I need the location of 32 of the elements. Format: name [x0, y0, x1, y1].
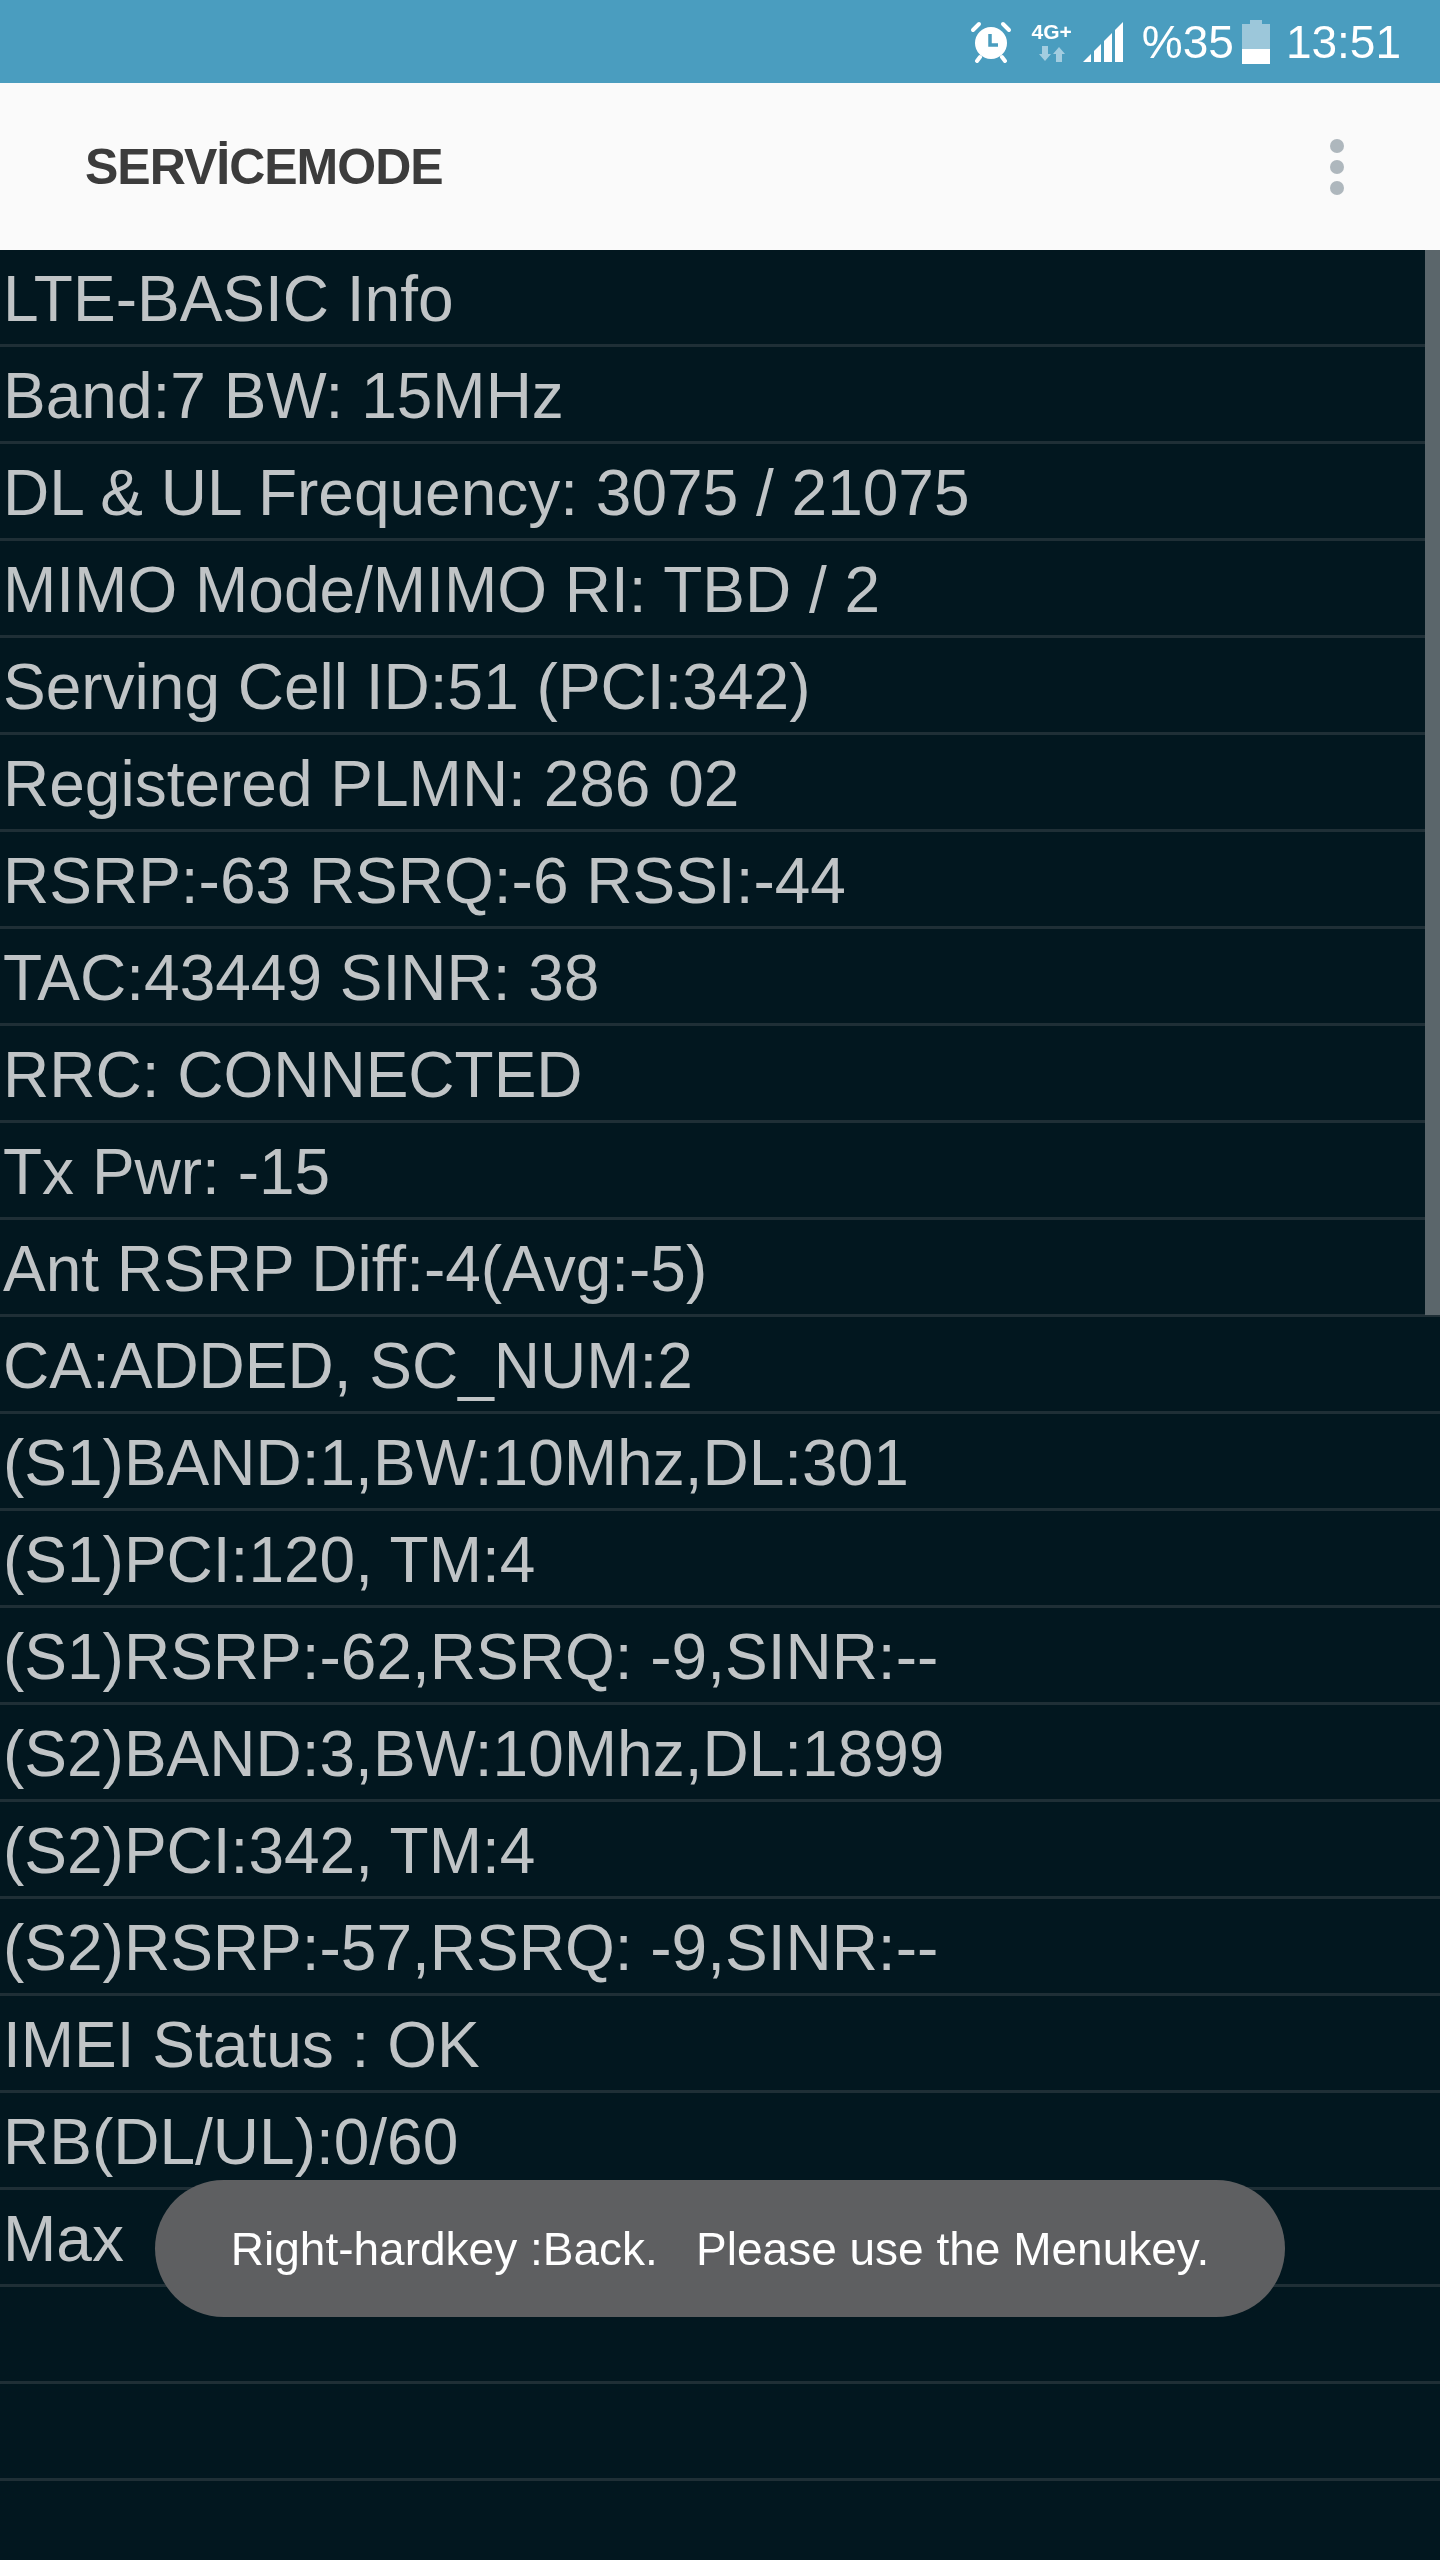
- info-text: (S1)PCI:120, TM:4: [3, 1523, 536, 1597]
- more-options-button[interactable]: [1330, 138, 1344, 195]
- alarm-clock-icon: [969, 20, 1012, 63]
- info-text: IMEI Status : OK: [3, 2008, 480, 2082]
- info-text: (S2)BAND:3,BW:10Mhz,DL:1899: [3, 1717, 945, 1791]
- clock-time: 13:51: [1285, 15, 1401, 68]
- info-text: (S2)RSRP:-57,RSRQ: -9,SINR:--: [3, 1911, 939, 1985]
- info-text: (S1)BAND:1,BW:10Mhz,DL:301: [3, 1426, 909, 1500]
- toast-message: Right-hardkey :Back. Please use the Menukey.: [230, 2221, 1210, 2276]
- network-type-label: 4G+: [1031, 21, 1072, 42]
- info-text: MIMO Mode/MIMO RI: TBD / 2: [3, 553, 881, 627]
- data-arrows-icon: [1038, 45, 1065, 62]
- info-text: Tx Pwr: -15: [3, 1135, 331, 1209]
- battery-icon: [1241, 19, 1270, 64]
- info-text: Max: [3, 2202, 124, 2276]
- info-text: DL & UL Frequency: 3075 / 21075: [3, 456, 970, 530]
- info-text: RB(DL/UL):0/60: [3, 2105, 459, 2179]
- info-text: Band:7 BW: 15MHz: [3, 359, 564, 433]
- info-text: Serving Cell ID:51 (PCI:342): [3, 650, 811, 724]
- info-text: RRC: CONNECTED: [3, 1038, 583, 1112]
- app-title: SERVİCEMODE: [85, 137, 443, 196]
- info-text: TAC:43449 SINR: 38: [3, 941, 600, 1015]
- signal-strength-icon: [1082, 21, 1124, 62]
- info-text: LTE-BASIC Info: [3, 262, 454, 336]
- more-options-icon: [1330, 138, 1344, 195]
- info-text: Registered PLMN: 286 02: [3, 747, 740, 821]
- info-text: CA:ADDED, SC_NUM:2: [3, 1329, 693, 1403]
- info-text: Ant RSRP Diff:-4(Avg:-5): [3, 1232, 708, 1306]
- battery-percentage: %35: [1141, 15, 1234, 68]
- info-text: RSRP:-63 RSRQ:-6 RSSI:-44: [3, 844, 846, 918]
- info-text: (S1)RSRP:-62,RSRQ: -9,SINR:--: [3, 1620, 939, 1694]
- info-text: (S2)PCI:342, TM:4: [3, 1814, 536, 1888]
